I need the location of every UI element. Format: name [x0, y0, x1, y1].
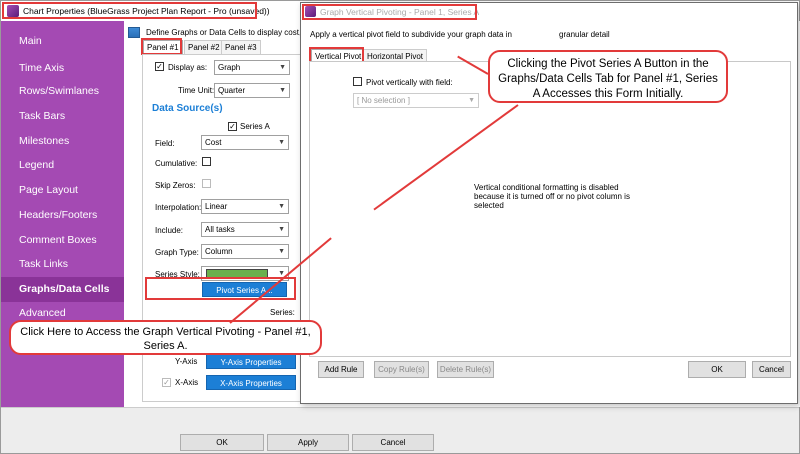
x-axis-label: X-Axis — [175, 378, 199, 387]
display-as-select[interactable]: Graph ▼ — [214, 60, 290, 75]
series-a-label: Series A — [240, 122, 270, 131]
sidebar-item-comment-boxes[interactable]: Comment Boxes — [19, 234, 97, 246]
sidebar-item-milestones[interactable]: Milestones — [19, 135, 69, 147]
dialog-ok-button[interactable]: OK — [688, 361, 746, 378]
pivot-field-select[interactable]: [ No selection ] ▼ — [353, 93, 479, 108]
display-as-value: Graph — [218, 63, 241, 72]
skip-zeros-label: Skip Zeros: — [155, 181, 196, 190]
dialog-instruction-end: granular detail — [559, 30, 610, 39]
sidebar-item-time-axis[interactable]: Time Axis — [19, 62, 64, 74]
apply-button[interactable]: Apply — [267, 434, 349, 451]
pivot-vertically-checkbox[interactable] — [353, 77, 362, 86]
include-value: All tasks — [205, 225, 235, 234]
x-axis-properties-button[interactable]: X-Axis Properties — [206, 375, 296, 390]
y-axis-properties-button[interactable]: Y-Axis Properties — [206, 354, 296, 369]
graph-type-select[interactable]: Column ▼ — [201, 244, 289, 259]
bottom-callout: Click Here to Access the Graph Vertical … — [9, 320, 322, 355]
sidebar-item-page-layout[interactable]: Page Layout — [19, 184, 78, 196]
pivot-field-value: [ No selection ] — [357, 96, 410, 105]
graph-type-value: Column — [205, 247, 233, 256]
skip-zeros-checkbox[interactable] — [202, 179, 211, 188]
interpolation-label: Interpolation: — [155, 203, 202, 212]
interpolation-value: Linear — [205, 202, 228, 211]
time-unit-select[interactable]: Quarter ▼ — [214, 83, 290, 98]
cumulative-checkbox[interactable] — [202, 157, 211, 166]
tab-panel-3[interactable]: Panel #3 — [221, 40, 261, 54]
display-as-checkbox[interactable]: ✓ — [155, 62, 164, 71]
dialog-title-highlight-box — [302, 4, 477, 20]
chevron-down-icon: ▼ — [279, 87, 286, 94]
x-axis-checkbox[interactable]: ✓ — [162, 378, 171, 387]
chevron-down-icon: ▼ — [279, 64, 286, 71]
title-highlight-box — [2, 2, 257, 19]
sidebar-item-advanced[interactable]: Advanced — [19, 307, 66, 319]
interpolation-select[interactable]: Linear ▼ — [201, 199, 289, 214]
cancel-button[interactable]: Cancel — [352, 434, 434, 451]
display-as-label: Display as: — [168, 63, 208, 72]
content-description: Define Graphs or Data Cells to display c… — [146, 28, 302, 37]
chevron-down-icon: ▼ — [278, 226, 285, 233]
sidebar-item-rows-swimlanes[interactable]: Rows/Swimlanes — [19, 85, 99, 97]
series-label-2: Series: — [270, 308, 295, 317]
graph-type-label: Graph Type: — [155, 248, 199, 257]
chevron-down-icon: ▼ — [468, 97, 475, 104]
include-select[interactable]: All tasks ▼ — [201, 222, 289, 237]
chevron-down-icon: ▼ — [278, 248, 285, 255]
field-select[interactable]: Cost ▼ — [201, 135, 289, 150]
top-callout: Clicking the Pivot Series A Button in th… — [488, 50, 728, 103]
ok-button[interactable]: OK — [180, 434, 264, 451]
sidebar-item-headers-footers[interactable]: Headers/Footers — [19, 209, 97, 221]
pivot-button-highlight-box — [145, 277, 296, 300]
dialog-instruction-start: Apply a vertical pivot field to subdivid… — [310, 30, 512, 39]
include-label: Include: — [155, 226, 184, 235]
chevron-down-icon: ▼ — [278, 203, 285, 210]
copy-rules-button[interactable]: Copy Rule(s) — [374, 361, 429, 378]
chevron-down-icon: ▼ — [278, 139, 285, 146]
sidebar-item-legend[interactable]: Legend — [19, 159, 54, 171]
delete-rules-button[interactable]: Delete Rule(s) — [437, 361, 494, 378]
cumulative-label: Cumulative: — [155, 159, 198, 168]
y-axis-label: Y-Axis — [175, 357, 198, 366]
add-rule-button[interactable]: Add Rule — [318, 361, 364, 378]
time-unit-value: Quarter — [218, 86, 246, 95]
disabled-message: Vertical conditional formatting is disab… — [474, 183, 630, 210]
data-source-heading: Data Source(s) — [152, 103, 223, 114]
sidebar-item-task-bars[interactable]: Task Bars — [19, 110, 65, 122]
graph-icon — [128, 27, 140, 38]
sidebar-item-graphs-data-cells[interactable]: Graphs/Data Cells — [19, 283, 109, 295]
time-unit-label: Time Unit: — [178, 86, 215, 95]
sidebar-item-task-links[interactable]: Task Links — [19, 258, 68, 270]
sidebar-item-main[interactable]: Main — [19, 35, 42, 47]
field-label: Field: — [155, 139, 175, 148]
series-a-checkbox[interactable]: ✓ — [228, 122, 237, 131]
dialog-cancel-button[interactable]: Cancel — [752, 361, 791, 378]
panel-tab-highlight-box — [141, 38, 182, 55]
field-value: Cost — [205, 138, 222, 147]
tab-panel-2[interactable]: Panel #2 — [184, 40, 224, 54]
pivot-vertically-label: Pivot vertically with field: — [366, 78, 453, 87]
